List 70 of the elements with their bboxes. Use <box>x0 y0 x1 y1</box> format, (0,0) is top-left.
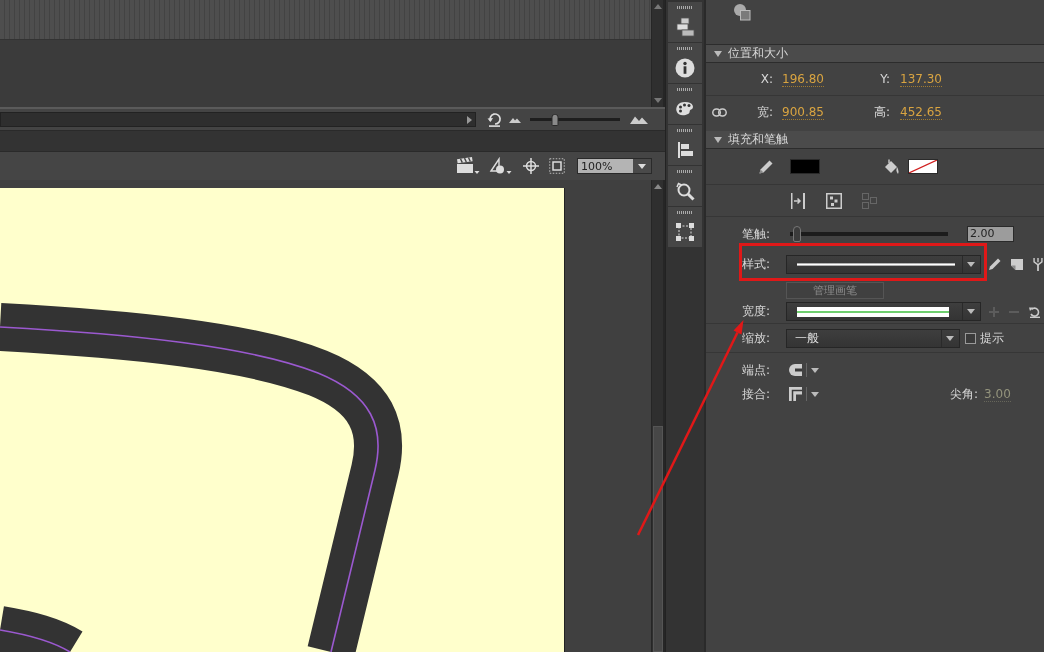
loop-arrow-icon[interactable] <box>486 112 502 127</box>
panel-button[interactable] <box>668 207 702 247</box>
sheet-icon[interactable] <box>1010 257 1024 271</box>
miter-join-menu-icon[interactable] <box>788 386 820 402</box>
dotted-square-icon[interactable] <box>826 192 842 209</box>
y-label: Y: <box>879 72 890 86</box>
stroke-color-swatch[interactable] <box>790 159 820 174</box>
width-label: 宽: <box>755 104 773 121</box>
slider-thumb[interactable] <box>793 226 802 242</box>
stacked-boxes-icon <box>675 17 695 37</box>
small-mountains-icon[interactable] <box>509 116 521 123</box>
scale-dropdown[interactable]: 一般 <box>786 328 960 348</box>
miter-label: 尖角: <box>950 385 979 403</box>
height-value[interactable]: 452.65 <box>900 105 942 120</box>
align-left-icon <box>675 140 695 160</box>
fork-icon[interactable] <box>1032 257 1044 271</box>
width-profile-icon <box>797 306 949 317</box>
hinting-checkbox[interactable] <box>965 332 976 344</box>
fill-color-swatch[interactable] <box>908 159 938 174</box>
stroke-label: 笔触: <box>742 225 772 243</box>
x-value[interactable]: 196.80 <box>782 71 824 87</box>
width-profile-dropdown[interactable] <box>786 302 981 321</box>
zoom-dropdown[interactable]: 100% <box>577 158 652 174</box>
style-label: 样式: <box>742 255 772 273</box>
height-label: 高: <box>872 104 890 121</box>
vertical-scrollbar[interactable] <box>651 0 665 107</box>
section-header[interactable]: 位置和大小 <box>706 45 1044 63</box>
solid-line-icon <box>797 262 955 266</box>
panel-button[interactable] <box>668 166 702 206</box>
dashed-square-icon <box>675 222 695 242</box>
shapes-menu-icon[interactable] <box>489 157 513 175</box>
arrow-to-bar-icon[interactable] <box>790 192 806 209</box>
round-cap-menu-icon[interactable] <box>788 362 820 378</box>
scroll-up-arrow-icon[interactable] <box>653 4 662 9</box>
scroll-right-arrow-icon[interactable] <box>467 115 472 124</box>
section-header[interactable]: 填充和笔触 <box>706 131 1044 149</box>
paint-bucket-icon <box>883 157 899 176</box>
edit-pencil-icon[interactable] <box>988 257 1002 271</box>
panel-button[interactable] <box>668 125 702 165</box>
magnifier-icon <box>675 181 695 201</box>
curved-stroke-shape[interactable] <box>0 606 82 652</box>
link-icon[interactable] <box>712 108 727 117</box>
panel-button[interactable] <box>668 2 702 42</box>
slider-thumb[interactable] <box>551 113 559 126</box>
large-mountains-icon[interactable] <box>630 115 648 124</box>
clapperboard-menu-icon[interactable] <box>456 157 480 175</box>
horizontal-scrollbar[interactable] <box>0 112 476 127</box>
width-value[interactable]: 900.85 <box>782 105 824 120</box>
scroll-up-arrow-icon[interactable] <box>653 184 662 189</box>
stroke-width-field[interactable]: 2.00 <box>967 226 1014 242</box>
scale-label: 缩放: <box>742 329 772 347</box>
crosshair-icon[interactable] <box>523 158 539 174</box>
pencil-icon <box>758 158 774 175</box>
curved-stroke-shape[interactable] <box>0 303 402 652</box>
stroke-style-dropdown[interactable] <box>786 254 981 274</box>
width-label: 宽度: <box>742 303 772 320</box>
dashed-frame-icon[interactable] <box>549 158 565 174</box>
vertical-scrollbar[interactable] <box>651 180 665 652</box>
panel-button[interactable] <box>668 84 702 124</box>
join-label: 接合: <box>742 385 772 403</box>
scrollbar-thumb[interactable] <box>652 426 663 652</box>
cap-label: 端点: <box>742 361 772 379</box>
y-value[interactable]: 137.30 <box>900 71 942 87</box>
scroll-down-arrow-icon[interactable] <box>653 98 662 103</box>
hinting-label: 提示 <box>980 329 1004 347</box>
overlapping-shapes-icon <box>733 3 751 21</box>
info-icon <box>675 58 695 78</box>
reset-arrow-icon[interactable] <box>1028 304 1040 319</box>
x-label: X: <box>759 72 773 86</box>
panel-button[interactable] <box>668 43 702 83</box>
